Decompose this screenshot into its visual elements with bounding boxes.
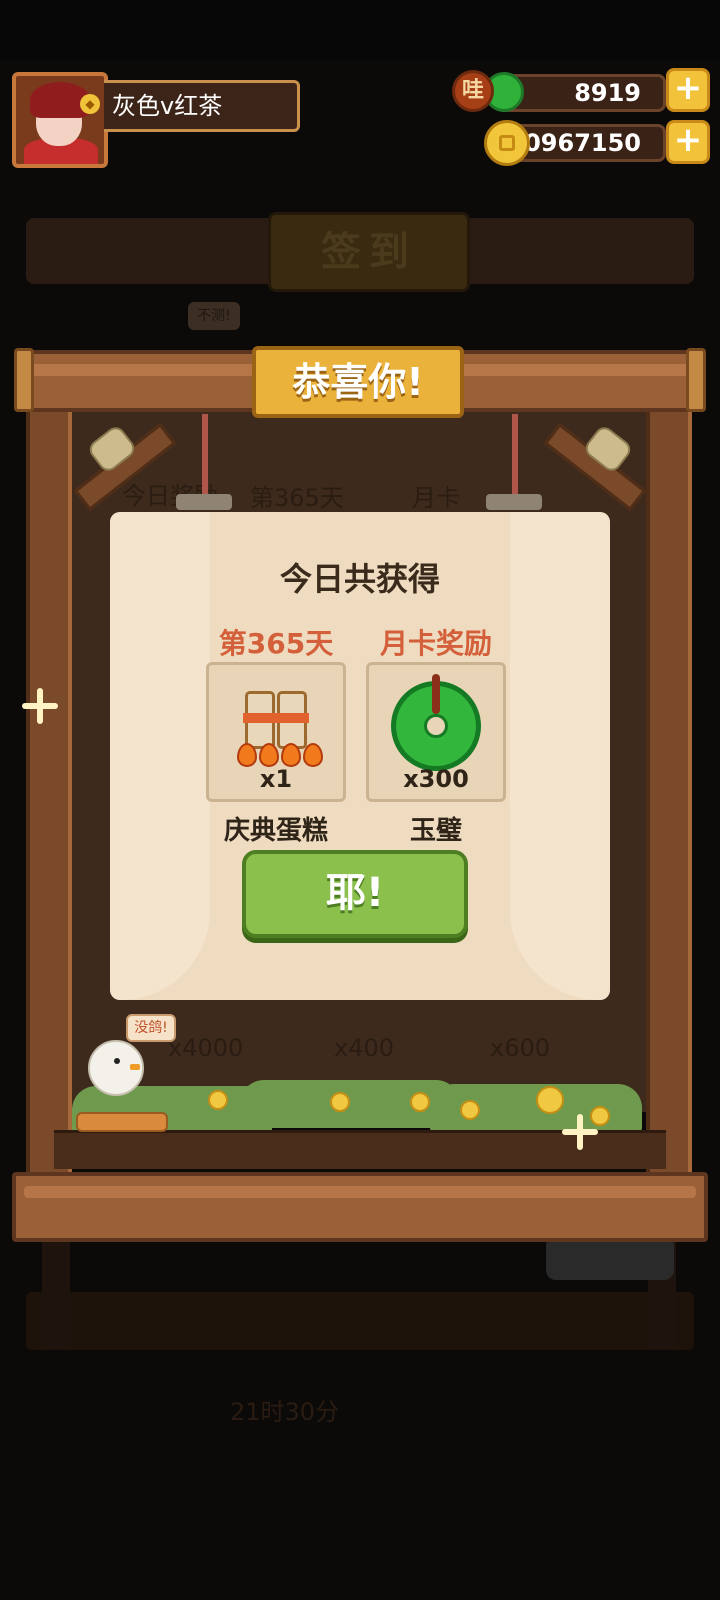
planter-box [54,1130,666,1169]
bird-perch-log [76,1112,168,1132]
congrats-banner: 恭喜你! [252,346,464,418]
flower [460,1100,480,1120]
background-timer: 21时30分 [230,1398,340,1426]
reward-card-cake: x1 [206,662,346,802]
jade-currency-value: 8919 [574,79,641,107]
beam-cap-right [686,348,706,412]
congrats-title: 恭喜你! [292,360,424,404]
confirm-button[interactable]: 耶! [242,850,468,938]
reward-quantity-cake: x1 [259,765,293,793]
background-button [546,1236,674,1280]
background-post-left [42,1228,70,1348]
ghost-quantity-2: x400 [334,1034,395,1062]
confirm-button-label: 耶! [325,870,385,916]
frame-bottom-beam [12,1172,708,1242]
ghost-quantity-3: x600 [490,1034,551,1062]
add-gold-button[interactable]: + [666,120,710,164]
hanging-rope-left [202,414,208,494]
flower [590,1106,610,1126]
background-shelf [26,1292,694,1350]
reward-title-monthly: 月卡奖励 [379,627,492,660]
reward-popup: 今日共获得 第365天 x1 庆典蛋糕 月卡奖励 x300 玉璧 耶! [110,512,610,1000]
flower [330,1092,350,1112]
flower [208,1090,228,1110]
frame-post-left [26,352,72,1182]
beam-cap-left [14,348,34,412]
jade-disc-icon [391,674,481,771]
flower [536,1086,564,1114]
player-name-plate: 灰色v红茶 [104,80,300,132]
hanging-clip-left [176,494,232,510]
player-name: 灰色v红茶 [112,92,223,120]
reward-card-jade: x300 [366,662,506,802]
signin-title: 签到 [321,229,417,275]
reward-title-day: 第365天 [218,627,334,660]
reward-quantity-jade: x300 [403,765,469,793]
wa-badge-icon: 哇 [452,70,494,112]
add-jade-button[interactable]: + [666,68,710,112]
flower [410,1092,430,1112]
avatar[interactable]: ◆ [12,72,108,168]
hanging-rope-right [512,414,518,494]
pigeon-mascot-icon[interactable] [88,1040,144,1096]
gold-coin-icon [484,120,530,166]
ghost-label-month: 月卡 [412,484,460,512]
background-tag: 不测! [188,302,240,330]
reward-name-cake: 庆典蛋糕 [223,816,328,846]
celebration-cake-icon [237,687,323,767]
frame-post-right [646,352,692,1182]
popup-heading: 今日共获得 [279,560,440,598]
signin-sign: 签到 [268,212,470,292]
reward-name-jade: 玉璧 [409,816,462,846]
hanging-clip-right [486,494,542,510]
vip-badge-icon: ◆ [80,94,100,114]
ghost-quantity-1: x4000 [168,1034,244,1062]
ghost-label-day: 第365天 [250,484,344,512]
mascot-speech-bubble: 没鸽! [126,1014,176,1042]
